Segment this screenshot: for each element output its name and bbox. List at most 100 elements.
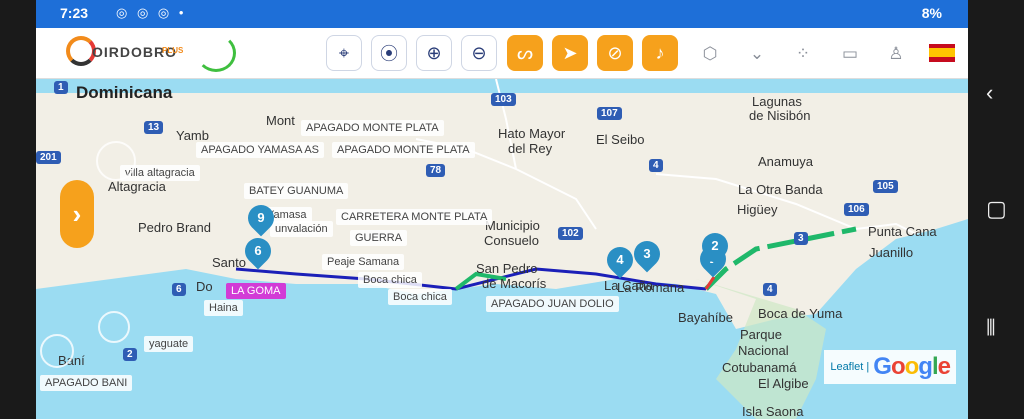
marker-number: 4 (616, 252, 624, 267)
road-shield: 103 (491, 93, 516, 106)
place-label: Juanillo (869, 245, 914, 260)
es-flag-icon[interactable] (929, 44, 955, 62)
google-logo: Google (873, 353, 951, 380)
route-event-label[interactable]: unvalación (270, 221, 333, 237)
road-shield: 13 (144, 121, 164, 134)
place-label: El Seibo (596, 132, 645, 147)
place-label: Bayahíbe (678, 310, 733, 325)
place-label: Boca de Yuma (758, 306, 843, 321)
place-label: Lagunas (752, 94, 802, 109)
logo-sub: PLUS (162, 46, 184, 55)
place-label: Isla Saona (742, 404, 804, 419)
zoom-out-button[interactable]: ⊖ (461, 35, 497, 71)
route-event-label[interactable]: APAGADO YAMASA AS (196, 142, 324, 158)
route-event-label[interactable]: yaguate (144, 336, 194, 352)
place-label: del Rey (508, 141, 553, 156)
place-label: de Macorís (482, 276, 547, 291)
map-marker[interactable]: 6 (239, 232, 277, 270)
leaflet-link[interactable]: Leaflet | (830, 361, 869, 373)
road-shield: 106 (844, 203, 869, 216)
map-marker[interactable]: 2 (696, 227, 734, 265)
notification-icons: ◎ ◎ ◎ • (116, 5, 187, 20)
route-button[interactable]: ᔕ (507, 35, 543, 71)
place-label: Higüey (737, 202, 778, 217)
road-shield: 201 (36, 151, 61, 164)
road-shield: 1 (54, 81, 68, 94)
route-event-label[interactable]: LA GOMA (226, 283, 286, 299)
alerts-button[interactable]: ♪ (642, 35, 678, 71)
pin-button[interactable]: ⦿ (371, 35, 407, 71)
map-view[interactable]: Dominicana Yamb Mont Altagracia Pedro Brand S… (36, 79, 968, 419)
zoom-in-button[interactable]: ⊕ (416, 35, 452, 71)
route-event-label[interactable]: BATEY GUANUMA (244, 183, 349, 199)
user-icon[interactable]: ♙ (882, 40, 910, 68)
app-logo: OIRDOBRO PLUS (66, 36, 186, 70)
cluster-ring[interactable] (40, 334, 74, 368)
road-shield: 78 (426, 164, 446, 177)
place-label: Parque (740, 327, 782, 342)
route-icon: ᔕ (516, 42, 534, 63)
cluster-ring[interactable] (98, 311, 130, 343)
back-icon[interactable]: ‹ (986, 80, 993, 106)
route-event-label[interactable]: Peaje Samana (322, 254, 405, 270)
place-label: Santo (212, 255, 246, 270)
road-shield: 3 (794, 232, 808, 245)
map-pin-icon: ⦿ (380, 44, 398, 64)
home-icon[interactable]: ▢ (986, 196, 1007, 222)
place-label: San Pedro (476, 261, 538, 276)
battery-level: 8% (921, 5, 942, 21)
place-label: Yamb (176, 128, 209, 143)
map-attribution: Leaflet | Google (824, 350, 956, 384)
route-event-label[interactable]: Haina (204, 300, 243, 316)
cluster-ring[interactable] (96, 141, 136, 181)
settings-hex-icon[interactable]: ⬡ (696, 40, 724, 68)
place-label: Dominicana (76, 83, 173, 102)
route-event-label[interactable]: APAGADO MONTE PLATA (301, 120, 444, 136)
place-label: Punta Cana (868, 224, 937, 239)
map-marker[interactable]: 3 (628, 235, 666, 273)
map-marker[interactable]: 9 (242, 199, 280, 237)
chat-icon[interactable]: ▭ (836, 40, 864, 68)
place-label: Anamuya (758, 154, 813, 169)
route-event-label[interactable]: GUERRA (350, 230, 408, 246)
route-event-label[interactable]: Boca chica (388, 289, 452, 305)
place-label: Do (196, 279, 213, 294)
navigate-button[interactable]: ➤ (552, 35, 588, 71)
map-marker[interactable]: 4 (601, 241, 639, 279)
navigation-arrow-icon: ➤ (562, 42, 578, 63)
road-shield: 105 (873, 180, 898, 193)
open-panel-button[interactable]: › (60, 180, 94, 248)
place-label: La Otra Banda (738, 182, 823, 197)
toolbar: OIRDOBRO PLUS ⌖ ⦿ ⊕ ⊖ ᔕ ➤ ⊘ ♪ ⬡ ⌄ ⁘ ▭ ♙ (36, 28, 968, 79)
minus-circle-icon: ⊖ (471, 42, 487, 63)
chevron-down-icon[interactable]: ⌄ (743, 40, 771, 68)
plus-circle-icon: ⊕ (426, 42, 442, 63)
search-route-button[interactable]: ⊘ (597, 35, 633, 71)
marker-number: 9 (257, 210, 265, 225)
place-label: Nacional (738, 343, 789, 358)
route-event-label[interactable]: APAGADO BANI (40, 375, 133, 391)
route-event-label[interactable]: CARRETERA MONTE PLATA (336, 209, 493, 225)
route-event-label[interactable]: Boca chica (358, 272, 422, 288)
crosshair-icon: ⌖ (338, 42, 350, 63)
grid-icon[interactable]: ⁘ (789, 40, 817, 68)
road-shield: 102 (558, 227, 583, 240)
bell-icon: ♪ (655, 42, 665, 63)
route-event-label[interactable]: APAGADO JUAN DOLIO (486, 296, 619, 312)
place-label: El Algibe (758, 376, 809, 391)
search-circle-icon: ⊘ (607, 42, 623, 63)
road-shield: 107 (597, 107, 622, 120)
place-label: Consuelo (484, 233, 539, 248)
status-time: 7:23 (60, 5, 89, 21)
android-nav-bar: ‹ ▢ ⦀ (968, 0, 1024, 419)
locate-button[interactable]: ⌖ (326, 35, 362, 71)
place-label: Mont (266, 113, 295, 128)
recents-icon[interactable]: ⦀ (986, 315, 996, 341)
marker-number: 6 (254, 243, 262, 258)
route-event-label[interactable]: APAGADO MONTE PLATA (332, 142, 475, 158)
gps-status-icon (196, 34, 236, 72)
road-shield: 4 (763, 283, 777, 296)
place-label: Municipio (485, 218, 540, 233)
place-label: La Romana (617, 280, 685, 295)
place-label: Altagracia (108, 179, 166, 194)
